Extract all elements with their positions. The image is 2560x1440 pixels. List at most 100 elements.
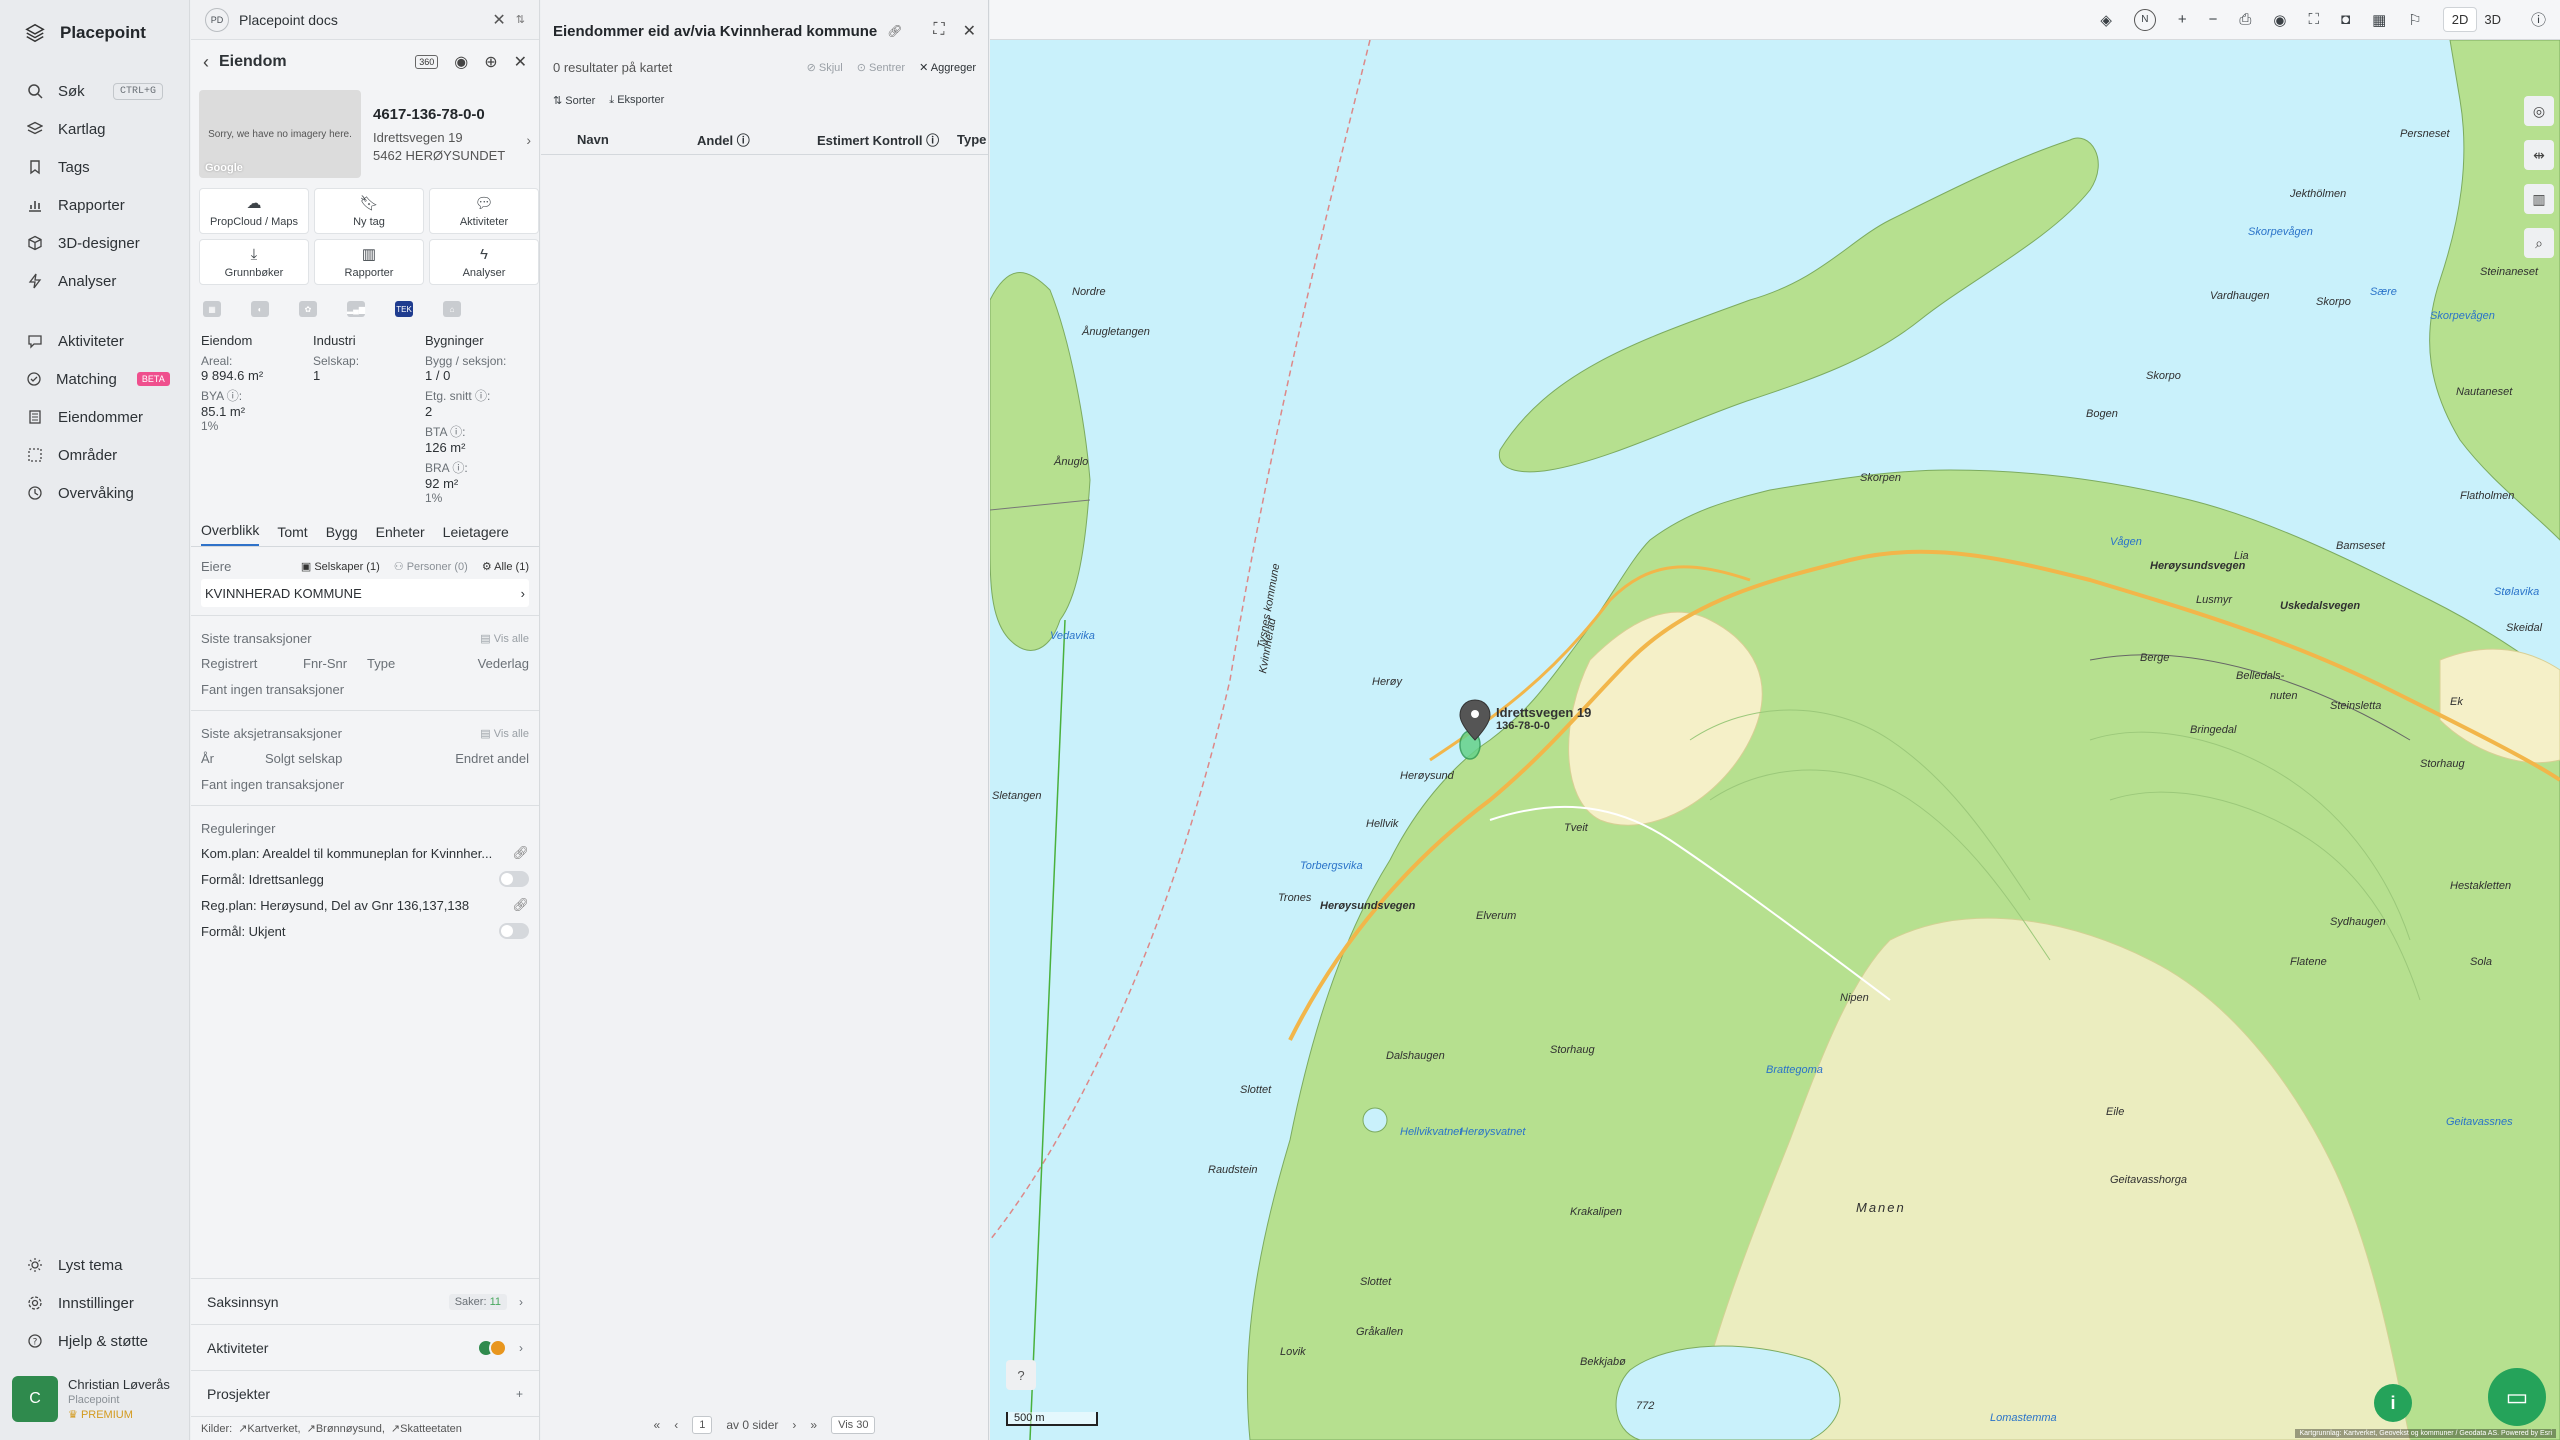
- column-header[interactable]: Navn: [577, 132, 697, 147]
- saksinnsyn-row[interactable]: Saksinnsyn Saker: 11 ›: [191, 1278, 539, 1324]
- prosjekter-row[interactable]: Prosjekter +: [191, 1370, 539, 1416]
- map-help-button[interactable]: ?: [1006, 1360, 1036, 1390]
- filter-all[interactable]: ⚙ Alle (1): [482, 560, 529, 573]
- grid-icon[interactable]: ▦: [2372, 11, 2386, 29]
- back-arrow-icon[interactable]: ‹: [203, 52, 209, 73]
- nav-item-lyst-tema[interactable]: Lyst tema: [0, 1246, 189, 1284]
- link-icon[interactable]: 🔗︎: [887, 24, 902, 38]
- aggregate-button[interactable]: ✕ Aggreger: [919, 61, 976, 74]
- last-page-icon[interactable]: »: [810, 1418, 817, 1432]
- compass-icon[interactable]: N: [2133, 8, 2156, 31]
- page-input[interactable]: 1: [692, 1416, 713, 1434]
- map-layers-icon[interactable]: ◎: [2524, 96, 2554, 126]
- column-header[interactable]: Andel ⓘ: [697, 130, 817, 149]
- source-link[interactable]: ↗Kartverket,: [238, 1422, 300, 1435]
- tab-tomt[interactable]: Tomt: [277, 524, 307, 546]
- source-bars-icon[interactable]: ▂▄▆: [347, 301, 365, 317]
- expand-icon[interactable]: ⛶: [933, 21, 944, 41]
- view-2d-button[interactable]: 2D: [2443, 8, 2477, 31]
- new-tag-button[interactable]: 🔖︎ Ny tag: [314, 188, 424, 234]
- source-plant-icon[interactable]: ✿: [299, 301, 317, 317]
- brand[interactable]: Placepoint: [0, 0, 189, 66]
- info-icon[interactable]: ⓘ: [2531, 9, 2546, 30]
- hide-button[interactable]: ⊘ Skjul: [807, 61, 843, 74]
- show-all-transactions[interactable]: ▤ Vis alle: [480, 632, 529, 645]
- filter-persons[interactable]: ⚇ Personer (0): [394, 560, 468, 573]
- source-globe-icon[interactable]: ◐: [251, 301, 269, 317]
- owner-item[interactable]: KVINNHERAD KOMMUNE ›: [201, 579, 529, 607]
- regulation-item[interactable]: Reg.plan: Herøysund, Del av Gnr 136,137,…: [201, 892, 529, 918]
- close-icon[interactable]: ✕: [514, 52, 527, 72]
- nav-item-sok[interactable]: Søk CTRL+G: [0, 72, 189, 110]
- docs-bar[interactable]: PD Placepoint docs ✕ ⇅: [191, 0, 539, 40]
- reports-button[interactable]: ▥ Rapporter: [314, 239, 424, 285]
- nav-item-hjelp[interactable]: ? Hjelp & støtte: [0, 1322, 189, 1360]
- nav-item-analyser[interactable]: Analyser: [0, 262, 189, 300]
- link-icon[interactable]: 🔗︎: [512, 845, 529, 861]
- eye-icon[interactable]: ◉: [454, 52, 468, 72]
- chevron-updown-icon[interactable]: ⇅: [516, 13, 525, 26]
- 360-view-icon[interactable]: 360: [415, 55, 439, 69]
- activities-button[interactable]: 💬︎ Aktiviteter: [429, 188, 539, 234]
- street-view-thumbnail[interactable]: Sorry, we have no imagery here. Google: [199, 90, 361, 178]
- tab-overblikk[interactable]: Overblikk: [201, 522, 260, 546]
- nav-item-tags[interactable]: Tags: [0, 148, 189, 186]
- grunnboker-button[interactable]: ⤓ Grunnbøker: [199, 239, 309, 285]
- link-icon[interactable]: 🔗︎: [512, 897, 529, 913]
- page-size-select[interactable]: Vis 30: [831, 1416, 876, 1434]
- nav-item-3d-designer[interactable]: 3D-designer: [0, 224, 189, 262]
- source-link[interactable]: ↗Skatteetaten: [391, 1422, 462, 1435]
- tab-leietagere[interactable]: Leietagere: [443, 524, 509, 546]
- chevron-right-icon[interactable]: ›: [526, 132, 531, 148]
- nav-item-innstillinger[interactable]: Innstillinger: [0, 1284, 189, 1322]
- purpose-toggle[interactable]: [499, 923, 529, 939]
- nav-item-eiendommer[interactable]: Eiendommer: [0, 398, 189, 436]
- export-button[interactable]: ⤓ Eksporter: [609, 94, 664, 107]
- show-all-share-transactions[interactable]: ▤ Vis alle: [480, 727, 529, 740]
- eye-icon[interactable]: ◉: [2273, 11, 2286, 29]
- source-link[interactable]: ↗Brønnøysund,: [307, 1422, 385, 1435]
- view-3d-button[interactable]: 3D: [2476, 8, 2509, 31]
- source-br-icon[interactable]: ▦: [203, 301, 221, 317]
- bookmark-icon[interactable]: ⚐: [2408, 11, 2421, 29]
- close-icon[interactable]: ✕: [963, 21, 976, 41]
- chart-icon[interactable]: ▥: [2524, 184, 2554, 214]
- property-card[interactable]: Sorry, we have no imagery here. Google 4…: [199, 90, 531, 178]
- nav-item-aktiviteter[interactable]: Aktiviteter: [0, 322, 189, 360]
- info-button[interactable]: i: [2374, 1384, 2412, 1422]
- nav-item-kartlag[interactable]: Kartlag: [0, 110, 189, 148]
- source-home-icon[interactable]: ⌂: [443, 301, 461, 317]
- measure-icon[interactable]: ⇹: [2524, 140, 2554, 170]
- prev-page-icon[interactable]: ‹: [674, 1418, 678, 1432]
- aktiviteter-row[interactable]: Aktiviteter ›: [191, 1324, 539, 1370]
- map-canvas[interactable]: Idrettsvegen 19 136-78-0-0 Nordre Ånugle…: [990, 40, 2560, 1440]
- layers-stack-icon[interactable]: ◈: [2100, 11, 2112, 29]
- user-profile[interactable]: C Christian Løverås Placepoint ♛ PREMIUM: [12, 1372, 177, 1426]
- tab-enheter[interactable]: Enheter: [376, 524, 425, 546]
- zoom-in-icon[interactable]: +: [2178, 11, 2187, 28]
- sort-button[interactable]: ⇅ Sorter: [553, 94, 595, 107]
- zoom-out-icon[interactable]: −: [2209, 11, 2218, 28]
- source-tek-icon[interactable]: TEK: [395, 301, 413, 317]
- add-circle-icon[interactable]: ⊕: [484, 52, 497, 72]
- next-page-icon[interactable]: ›: [792, 1418, 796, 1432]
- column-header[interactable]: Estimert Kontroll ⓘ: [817, 130, 957, 149]
- purpose-toggle[interactable]: [499, 871, 529, 887]
- propcloud-button[interactable]: ☁ PropCloud / Maps: [199, 188, 309, 234]
- tab-bygg[interactable]: Bygg: [326, 524, 358, 546]
- nav-item-rapporter[interactable]: Rapporter: [0, 186, 189, 224]
- search-area-icon[interactable]: ⌕: [2524, 228, 2554, 258]
- nav-item-omrader[interactable]: Områder: [0, 436, 189, 474]
- fullscreen-icon[interactable]: ⛶: [2309, 11, 2320, 28]
- center-button[interactable]: ⊙ Sentrer: [857, 61, 905, 74]
- close-icon[interactable]: ✕: [492, 10, 505, 30]
- add-project-button[interactable]: +: [516, 1387, 523, 1401]
- camera-icon[interactable]: ◘: [2341, 11, 2350, 28]
- first-page-icon[interactable]: «: [654, 1418, 661, 1432]
- chat-support-button[interactable]: ▭: [2488, 1368, 2546, 1426]
- filter-companies[interactable]: ▣ Selskaper (1): [301, 560, 380, 573]
- nav-item-overvaking[interactable]: Overvåking: [0, 474, 189, 512]
- nav-item-matching[interactable]: Matching BETA: [0, 360, 189, 398]
- regulation-item[interactable]: Kom.plan: Arealdel til kommuneplan for K…: [201, 840, 529, 866]
- print-icon[interactable]: ⎙: [2239, 11, 2251, 28]
